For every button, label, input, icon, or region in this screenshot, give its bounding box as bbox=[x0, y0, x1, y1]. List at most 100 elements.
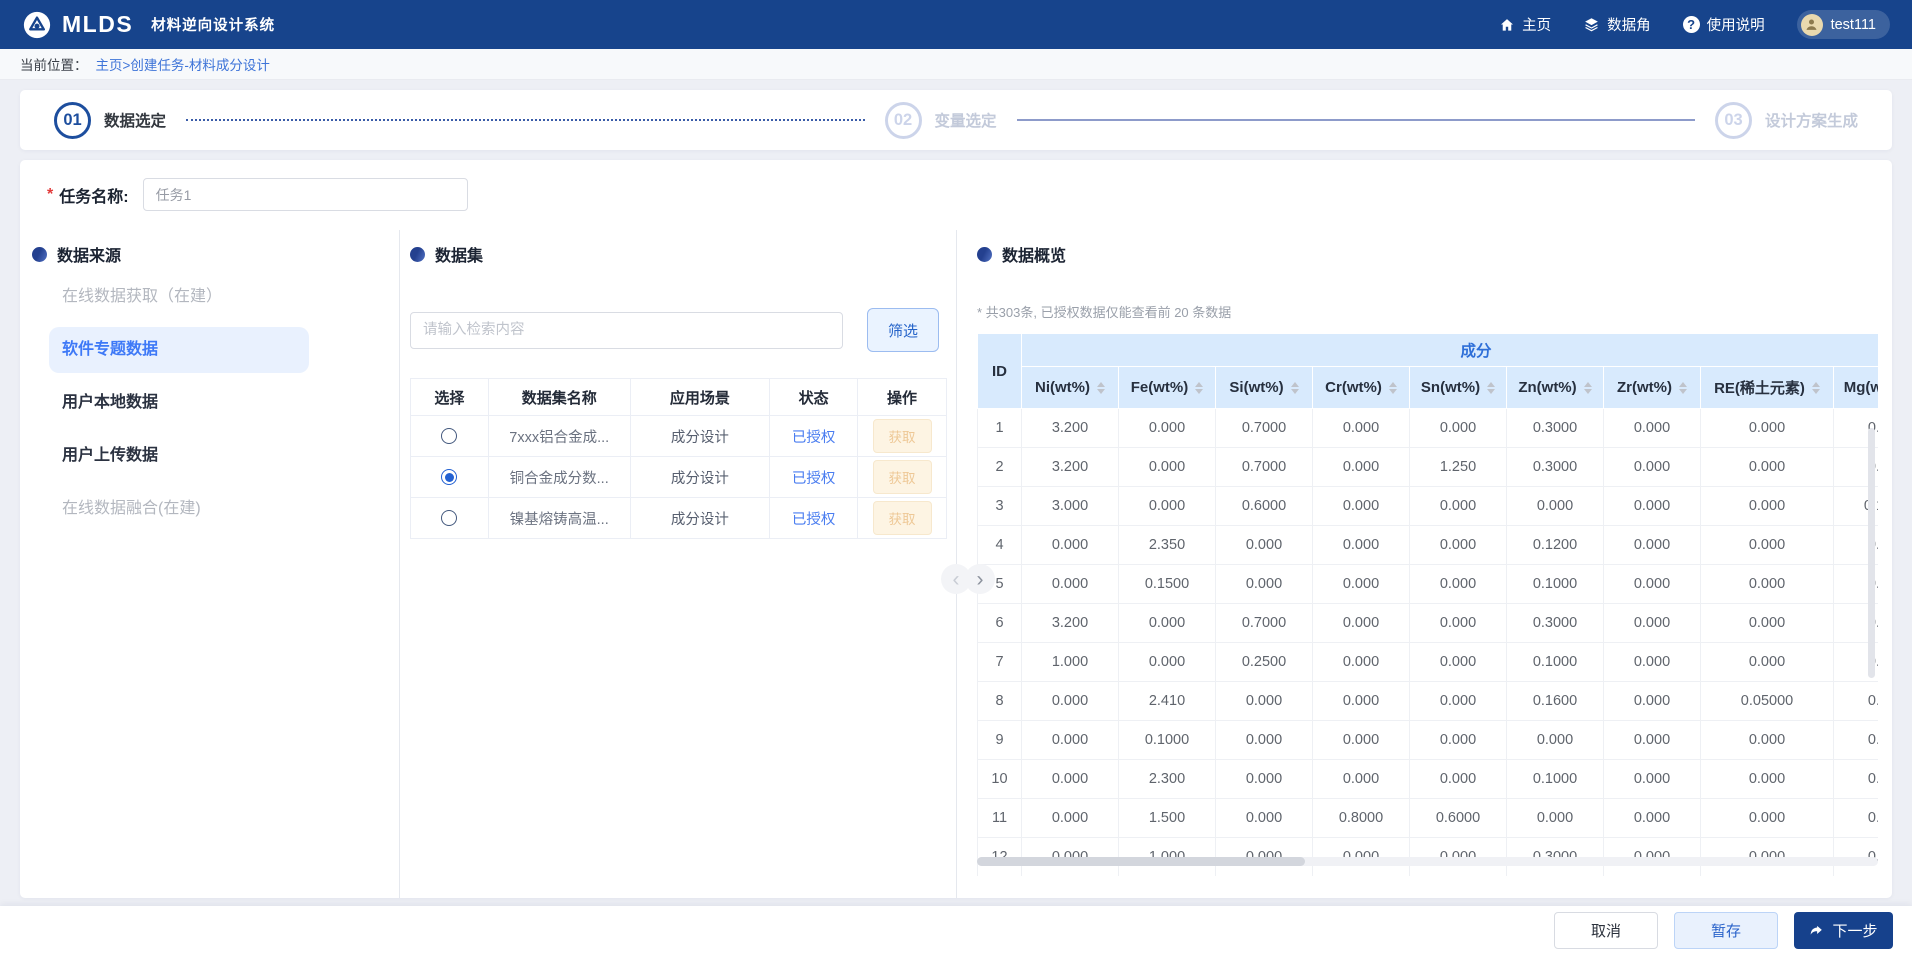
preview-cell: 0.000 bbox=[1313, 643, 1410, 682]
preview-cell: 0.000 bbox=[1701, 604, 1834, 643]
preview-cell: 0.000 bbox=[1701, 565, 1834, 604]
preview-column-header[interactable]: Si(wt%) bbox=[1216, 367, 1313, 409]
preview-cell: 0.000 bbox=[1216, 682, 1313, 721]
dataset-row: 镍基熔铸高温...成分设计已授权获取 bbox=[411, 498, 947, 539]
dataset-name-cell: 铜合金成分数... bbox=[488, 457, 630, 498]
preview-cell: 0.000 bbox=[1313, 760, 1410, 799]
next-step-button[interactable]: 下一步 bbox=[1794, 912, 1893, 949]
dataset-table: 选择 数据集名称 应用场景 状态 操作 7xxx铝合金成...成分设计已授权获取… bbox=[410, 378, 947, 539]
forward-arrow-icon bbox=[1809, 923, 1824, 938]
data-source-item[interactable]: 用户本地数据 bbox=[49, 380, 309, 426]
preview-column-header[interactable]: Mg(wt%) bbox=[1834, 367, 1879, 409]
data-source-item[interactable]: 在线数据获取（在建） bbox=[49, 274, 309, 320]
preview-column-label: Zr(wt%) bbox=[1617, 379, 1672, 396]
preview-row: 110.0001.5000.0000.80000.60000.0000.0000… bbox=[978, 799, 1879, 838]
preview-note: * 共303条, 已授权数据仅能查看前 20 条数据 bbox=[977, 302, 1892, 321]
preview-cell: 2.350 bbox=[1119, 526, 1216, 565]
preview-panel: 数据概览 * 共303条, 已授权数据仅能查看前 20 条数据 ID 成分 Ni… bbox=[957, 230, 1892, 898]
preview-cell: 0.000 bbox=[1216, 799, 1313, 838]
fetch-button[interactable]: 获取 bbox=[873, 501, 932, 535]
preview-cell: 0.000 bbox=[1313, 604, 1410, 643]
preview-cell: 0.000 bbox=[1701, 799, 1834, 838]
preview-cell: 2.300 bbox=[1119, 760, 1216, 799]
user-menu[interactable]: test111 bbox=[1797, 10, 1890, 39]
preview-column-header[interactable]: Sn(wt%) bbox=[1410, 367, 1507, 409]
preview-column-header[interactable]: Zr(wt%) bbox=[1604, 367, 1701, 409]
fetch-button[interactable]: 获取 bbox=[873, 460, 932, 494]
preview-cell: 0.000 bbox=[1119, 487, 1216, 526]
preview-cell: 0.000 bbox=[1313, 565, 1410, 604]
preview-column-header[interactable]: Cr(wt%) bbox=[1313, 367, 1410, 409]
dataset-radio[interactable] bbox=[441, 510, 457, 526]
preview-cell: 0.000 bbox=[1313, 409, 1410, 448]
filter-button[interactable]: 筛选 bbox=[867, 308, 939, 352]
preview-cell: 3.200 bbox=[1022, 409, 1119, 448]
nav-data-corner-label: 数据角 bbox=[1607, 14, 1651, 35]
dataset-status-cell: 已授权 bbox=[770, 457, 858, 498]
preview-id-cell: 2 bbox=[978, 448, 1022, 487]
preview-title: 数据概览 bbox=[1002, 242, 1066, 266]
preview-column-header[interactable]: Fe(wt%) bbox=[1119, 367, 1216, 409]
data-source-list: 在线数据获取（在建） 软件专题数据用户本地数据用户上传数据在线数据融合(在建) bbox=[32, 274, 399, 532]
preview-cell: 0.000 bbox=[1410, 682, 1507, 721]
preview-cell: 0.000 bbox=[1119, 604, 1216, 643]
preview-column-label: Ni(wt%) bbox=[1035, 379, 1090, 396]
dataset-scene-cell: 成分设计 bbox=[630, 498, 770, 539]
task-name-row: * 任务名称: bbox=[47, 178, 468, 211]
main-panel: * 任务名称: 数据来源 在线数据获取（在建） 软件专题数据用户本地数据用户上传数… bbox=[20, 160, 1892, 898]
panel-bullet-icon bbox=[977, 247, 992, 262]
preview-cell: 0.000 bbox=[1410, 526, 1507, 565]
preview-cell: 0.1000 bbox=[1507, 565, 1604, 604]
next-page-button[interactable]: › bbox=[965, 564, 995, 594]
breadcrumb-home-link[interactable]: 主页> bbox=[96, 54, 131, 74]
save-draft-button[interactable]: 暂存 bbox=[1674, 912, 1778, 949]
preview-column-header[interactable]: Ni(wt%) bbox=[1022, 367, 1119, 409]
vertical-scrollbar[interactable] bbox=[1868, 428, 1875, 678]
preview-id-cell: 8 bbox=[978, 682, 1022, 721]
nav-home-label: 主页 bbox=[1522, 14, 1551, 35]
preview-cell: 0.000 bbox=[1604, 565, 1701, 604]
data-source-item[interactable]: 软件专题数据 bbox=[49, 327, 309, 373]
preview-cell: 0.1500 bbox=[1119, 565, 1216, 604]
mlds-logo-icon bbox=[22, 10, 52, 40]
preview-cell: 0.000 bbox=[1701, 760, 1834, 799]
preview-table-body: 13.2000.0000.70000.0000.0000.30000.0000.… bbox=[978, 409, 1879, 877]
brand-logo: MLDS 材料逆向设计系统 bbox=[22, 10, 275, 40]
data-source-panel: 数据来源 在线数据获取（在建） 软件专题数据用户本地数据用户上传数据在线数据融合(… bbox=[20, 230, 400, 898]
preview-cell: 0.1000 bbox=[1119, 721, 1216, 760]
data-source-item[interactable]: 在线数据融合(在建) bbox=[49, 486, 309, 532]
fetch-button[interactable]: 获取 bbox=[873, 419, 932, 453]
dataset-col-scene: 应用场景 bbox=[630, 379, 770, 416]
horizontal-scrollbar[interactable] bbox=[977, 857, 1305, 866]
dataset-col-select: 选择 bbox=[411, 379, 489, 416]
preview-cell: 0.000 bbox=[1701, 526, 1834, 565]
nav-data-corner[interactable]: 数据角 bbox=[1583, 14, 1651, 35]
dataset-radio[interactable] bbox=[441, 428, 457, 444]
dataset-status-cell: 已授权 bbox=[770, 416, 858, 457]
preview-id-cell: 9 bbox=[978, 721, 1022, 760]
preview-column-label: Sn(wt%) bbox=[1421, 379, 1480, 396]
dataset-radio[interactable] bbox=[441, 469, 457, 485]
dataset-name-cell: 镍基熔铸高温... bbox=[488, 498, 630, 539]
dataset-search-input[interactable] bbox=[410, 312, 843, 349]
preview-column-header[interactable]: RE(稀土元素) bbox=[1701, 367, 1834, 409]
task-name-input[interactable] bbox=[143, 178, 468, 211]
preview-column-header[interactable]: Zn(wt%) bbox=[1507, 367, 1604, 409]
data-source-title: 数据来源 bbox=[57, 242, 121, 266]
preview-row: 40.0002.3500.0000.0000.0000.12000.0000.0… bbox=[978, 526, 1879, 565]
required-mark: * bbox=[47, 186, 53, 204]
dataset-col-status: 状态 bbox=[770, 379, 858, 416]
top-navbar: MLDS 材料逆向设计系统 主页 数据角 ? 使用说明 test111 bbox=[0, 0, 1912, 49]
breadcrumb-current-link[interactable]: 创建任务-材料成分设计 bbox=[130, 54, 270, 74]
dataset-row: 铜合金成分数...成分设计已授权获取 bbox=[411, 457, 947, 498]
step-3-badge: 03 bbox=[1715, 102, 1752, 139]
data-source-item[interactable]: 用户上传数据 bbox=[49, 433, 309, 479]
preview-cell: 0.000 bbox=[1701, 643, 1834, 682]
sort-caret-icon bbox=[1389, 382, 1397, 394]
cancel-button[interactable]: 取消 bbox=[1554, 912, 1658, 949]
preview-cell: 0.000 bbox=[1119, 643, 1216, 682]
preview-cell: 0.00 bbox=[1834, 682, 1879, 721]
dataset-status-cell: 已授权 bbox=[770, 498, 858, 539]
nav-help[interactable]: ? 使用说明 bbox=[1683, 14, 1765, 35]
nav-home[interactable]: 主页 bbox=[1499, 14, 1551, 35]
